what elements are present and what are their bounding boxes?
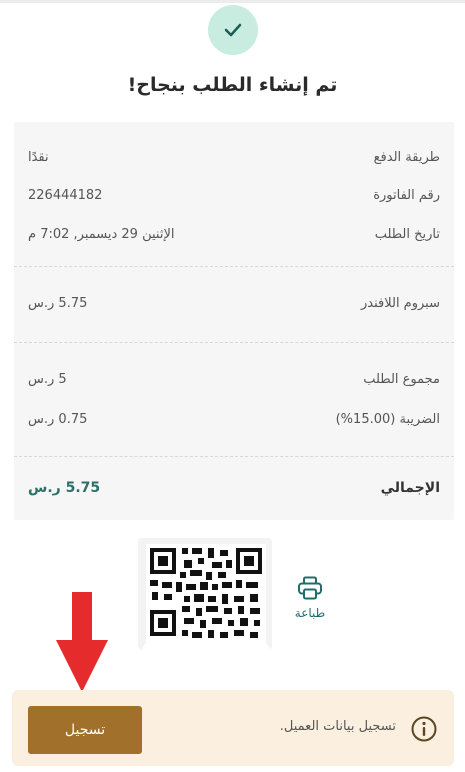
print-button[interactable]: طباعة — [286, 576, 334, 632]
order-date-label: تاريخ الطلب — [374, 226, 440, 242]
tax-row: 0.75 ر.س الضريبة (15.00%) — [28, 406, 440, 432]
total-value: 5.75 ر.س — [28, 480, 101, 496]
customer-banner-text: تسجيل بيانات العميل. — [279, 719, 396, 734]
annotation-arrow-head — [56, 640, 108, 692]
invoice-number-row: 226444182 رقم الفاتورة — [28, 182, 440, 208]
item-price: 5.75 ر.س — [28, 295, 88, 311]
order-details-card: نقدًا طريقة الدفع 226444182 رقم الفاتورة… — [14, 122, 454, 520]
print-label: طباعة — [294, 606, 326, 620]
annotation-arrow — [72, 592, 92, 642]
order-date-row: الإثنين 29 ديسمبر, 7:02 م تاريخ الطلب — [28, 221, 440, 247]
success-check-icon — [208, 5, 258, 55]
divider — [14, 342, 454, 343]
qr-code — [138, 538, 272, 650]
payment-method-label: طريقة الدفع — [373, 149, 440, 165]
subtotal-row: 5 ر.س مجموع الطلب — [28, 366, 440, 392]
total-label: الإجمالي — [380, 480, 440, 496]
subtotal-label: مجموع الطلب — [363, 371, 440, 387]
item-row: 5.75 ر.س سبروم اللافندر — [28, 290, 440, 316]
total-row: 5.75 ر.س الإجمالي — [28, 475, 440, 501]
order-date-value: الإثنين 29 ديسمبر, 7:02 م — [28, 226, 175, 242]
invoice-number-value: 226444182 — [28, 187, 103, 203]
divider — [14, 266, 454, 267]
item-name: سبروم اللافندر — [360, 295, 440, 311]
success-title: تم إنشاء الطلب بنجاح! — [127, 74, 338, 96]
subtotal-value: 5 ر.س — [28, 371, 67, 387]
tax-value: 0.75 ر.س — [28, 411, 88, 427]
info-icon — [411, 716, 437, 742]
invoice-number-label: رقم الفاتورة — [373, 187, 440, 203]
printer-icon — [298, 576, 322, 600]
top-divider — [0, 0, 465, 3]
payment-method-row: نقدًا طريقة الدفع — [28, 144, 440, 170]
tax-label: الضريبة (15.00%) — [335, 411, 440, 427]
payment-method-value: نقدًا — [28, 149, 49, 165]
qr-caption-area — [142, 640, 270, 670]
register-button[interactable]: تسجيل — [28, 706, 142, 754]
divider — [14, 456, 454, 457]
